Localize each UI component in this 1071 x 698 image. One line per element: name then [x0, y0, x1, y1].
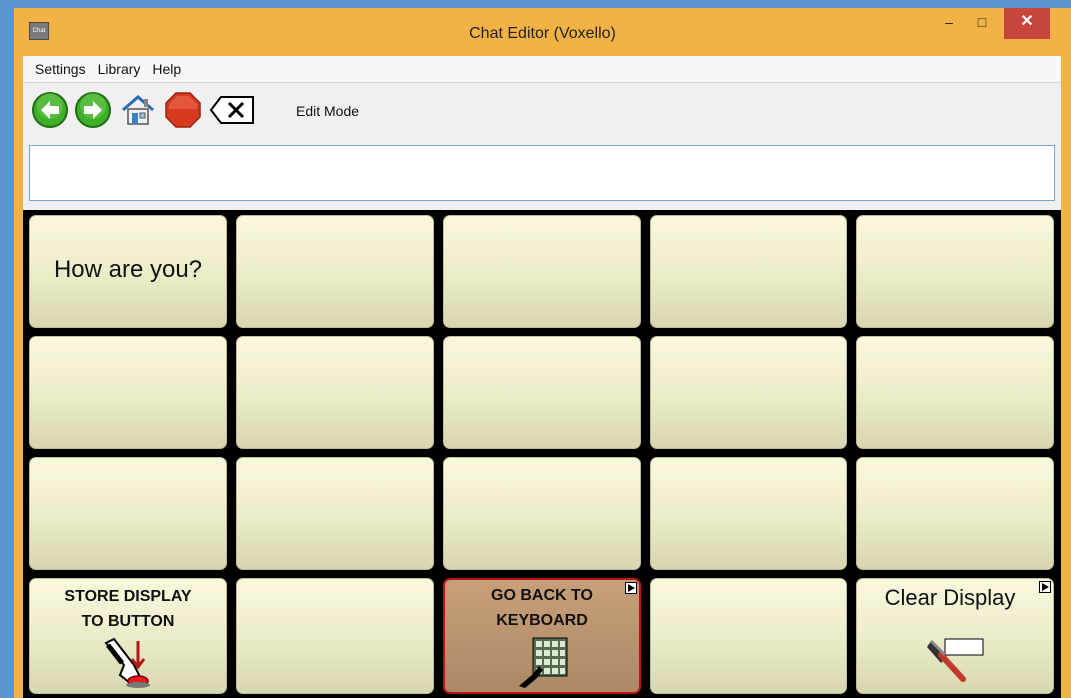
- grid-button-empty[interactable]: [236, 215, 434, 328]
- button-label: STORE DISPLAY TO BUTTON: [64, 588, 192, 630]
- squeegee-icon: [927, 638, 984, 682]
- button-label: How are you?: [53, 256, 203, 283]
- menu-bar: Settings Library Help: [23, 56, 1061, 83]
- title-bar[interactable]: Chat Chat Editor (Voxello) – □ ✕: [14, 8, 1071, 55]
- keyboard-hand-icon: [519, 637, 568, 688]
- home-icon[interactable]: [119, 91, 157, 129]
- grid-button-empty[interactable]: [443, 336, 641, 449]
- toolbar: Edit Mode: [23, 83, 1061, 140]
- store-hand-icon: [104, 637, 150, 688]
- window-title: Chat Editor (Voxello): [469, 25, 616, 42]
- grid-button-empty[interactable]: [856, 215, 1054, 328]
- menu-help[interactable]: Help: [146, 56, 187, 78]
- grid-button-empty[interactable]: [856, 336, 1054, 449]
- minimize-button[interactable]: –: [936, 8, 962, 39]
- grid-button-empty[interactable]: [650, 457, 847, 570]
- maximize-button[interactable]: □: [969, 8, 995, 39]
- back-arrow-icon[interactable]: [31, 91, 69, 129]
- backspace-icon[interactable]: [209, 95, 255, 125]
- grid-button-empty[interactable]: [236, 578, 434, 694]
- go-back-to-keyboard-button[interactable]: GO BACK TO KEYBOARD: [443, 578, 641, 694]
- message-display[interactable]: [29, 145, 1055, 201]
- button-label: GO BACK TO KEYBOARD: [491, 587, 593, 629]
- store-display-button[interactable]: STORE DISPLAY TO BUTTON: [29, 578, 227, 694]
- grid-button-empty[interactable]: [650, 336, 847, 449]
- grid-button-empty[interactable]: [443, 215, 641, 328]
- grid-button-empty[interactable]: [650, 215, 847, 328]
- close-button[interactable]: ✕: [1004, 8, 1050, 39]
- grid-button-empty[interactable]: [236, 457, 434, 570]
- clear-display-button[interactable]: Clear Display: [856, 578, 1054, 694]
- grid-button-how-are-you[interactable]: How are you?: [29, 215, 227, 328]
- edit-mode-label[interactable]: Edit Mode: [296, 103, 359, 119]
- menu-library[interactable]: Library: [92, 56, 147, 78]
- forward-arrow-icon[interactable]: [74, 91, 112, 129]
- grid-button-empty[interactable]: [443, 457, 641, 570]
- stop-icon[interactable]: [164, 91, 202, 129]
- grid-button-empty[interactable]: [650, 578, 847, 694]
- button-label: Clear Display: [884, 585, 1016, 610]
- app-window: Chat Chat Editor (Voxello) – □ ✕ Setting…: [14, 8, 1071, 698]
- grid-button-empty[interactable]: [856, 457, 1054, 570]
- grid-button-empty[interactable]: [236, 336, 434, 449]
- grid-button-empty[interactable]: [29, 457, 227, 570]
- display-area: [23, 139, 1061, 210]
- button-grid: How are you? STORE DISPLAY TO BUTTON GO …: [23, 210, 1061, 698]
- menu-settings[interactable]: Settings: [23, 56, 92, 78]
- grid-button-empty[interactable]: [29, 336, 227, 449]
